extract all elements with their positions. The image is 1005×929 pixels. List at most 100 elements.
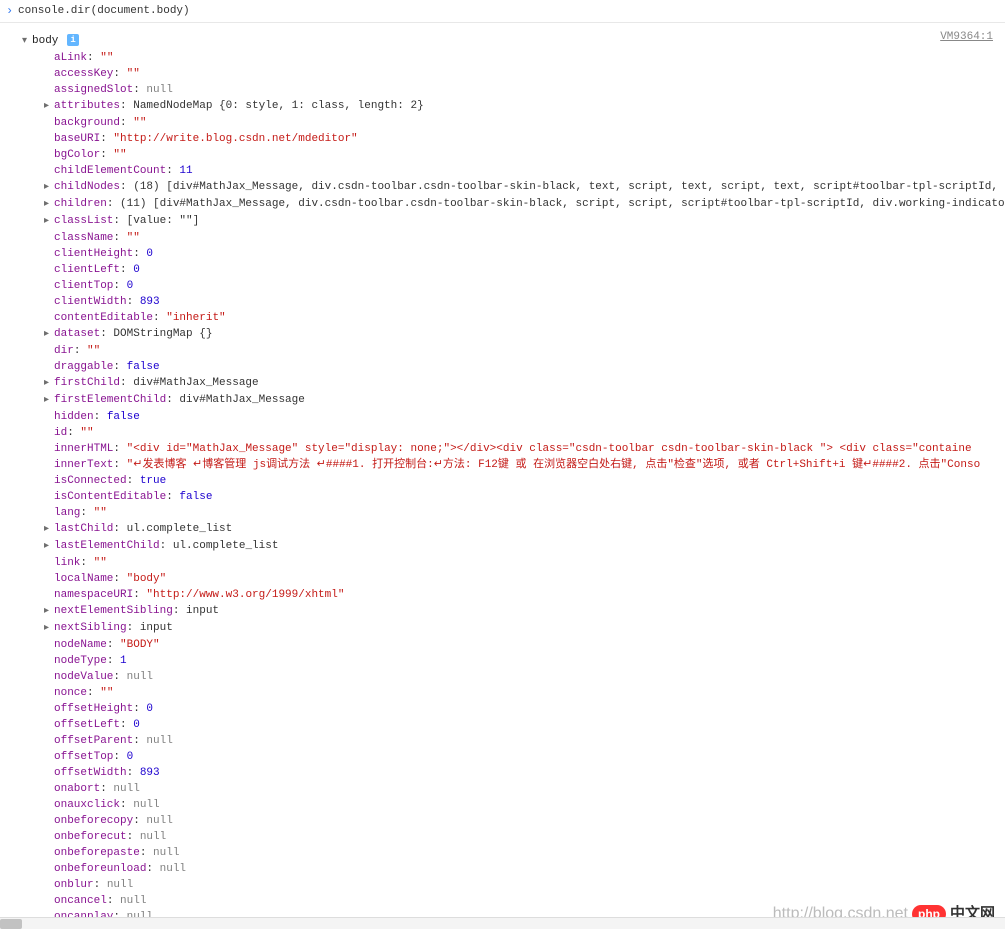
property-row[interactable]: dataset: DOMStringMap {} xyxy=(0,326,1005,343)
property-value: null xyxy=(153,847,179,859)
property-row[interactable]: link: "" xyxy=(0,555,1005,571)
property-row[interactable]: firstElementChild: div#MathJax_Message xyxy=(0,392,1005,409)
property-value: ul.complete_list xyxy=(173,540,279,552)
property-row[interactable]: innerText: "↵发表博客 ↵博客管理 js调试方法 ↵####1. 打… xyxy=(0,457,1005,473)
property-row[interactable]: accessKey: "" xyxy=(0,66,1005,82)
disclosure-triangle-icon[interactable] xyxy=(44,326,54,343)
disclosure-triangle-icon[interactable] xyxy=(22,33,32,50)
console-input-row[interactable]: console.dir(document.body) xyxy=(0,0,1005,23)
disclosure-triangle-icon[interactable] xyxy=(44,98,54,115)
property-key: onabort xyxy=(54,783,100,795)
property-key: aLink xyxy=(54,52,87,64)
property-value: null xyxy=(113,783,139,795)
property-key: background xyxy=(54,117,120,129)
property-row[interactable]: onbeforecopy: null xyxy=(0,813,1005,829)
property-row[interactable]: offsetLeft: 0 xyxy=(0,717,1005,733)
property-row[interactable]: nextElementSibling: input xyxy=(0,603,1005,620)
horizontal-scrollbar[interactable] xyxy=(0,917,1005,929)
property-row[interactable]: isContentEditable: false xyxy=(0,489,1005,505)
property-row[interactable]: assignedSlot: null xyxy=(0,82,1005,98)
info-icon[interactable]: i xyxy=(67,34,79,46)
source-link[interactable]: VM9364:1 xyxy=(940,29,1005,45)
property-row[interactable]: namespaceURI: "http://www.w3.org/1999/xh… xyxy=(0,587,1005,603)
property-row[interactable]: firstChild: div#MathJax_Message xyxy=(0,375,1005,392)
property-row[interactable]: lang: "" xyxy=(0,505,1005,521)
property-row[interactable]: nodeValue: null xyxy=(0,669,1005,685)
property-row[interactable]: localName: "body" xyxy=(0,571,1005,587)
property-row[interactable]: hidden: false xyxy=(0,409,1005,425)
property-row[interactable]: childElementCount: 11 xyxy=(0,163,1005,179)
property-row[interactable]: className: "" xyxy=(0,230,1005,246)
disclosure-triangle-icon[interactable] xyxy=(44,392,54,409)
property-value: null xyxy=(146,815,172,827)
property-value: [value: ""] xyxy=(127,215,200,227)
property-key: onblur xyxy=(54,879,94,891)
property-row[interactable]: children: (11) [div#MathJax_Message, div… xyxy=(0,196,1005,213)
property-row[interactable]: childNodes: (18) [div#MathJax_Message, d… xyxy=(0,179,1005,196)
property-key: nodeValue xyxy=(54,671,113,683)
disclosure-triangle-icon[interactable] xyxy=(44,179,54,196)
property-value: input xyxy=(140,622,173,634)
property-value: 893 xyxy=(140,767,160,779)
property-value: input xyxy=(186,605,219,617)
property-row[interactable]: draggable: false xyxy=(0,359,1005,375)
property-row[interactable]: onblur: null xyxy=(0,877,1005,893)
property-key: clientLeft xyxy=(54,264,120,276)
property-value: null xyxy=(107,879,133,891)
property-value: false xyxy=(127,361,160,373)
property-row[interactable]: baseURI: "http://write.blog.csdn.net/mde… xyxy=(0,131,1005,147)
property-row[interactable]: clientTop: 0 xyxy=(0,278,1005,294)
property-row[interactable]: clientLeft: 0 xyxy=(0,262,1005,278)
property-row[interactable]: isConnected: true xyxy=(0,473,1005,489)
property-key: lastElementChild xyxy=(54,540,160,552)
property-row[interactable]: dir: "" xyxy=(0,343,1005,359)
property-row[interactable]: background: "" xyxy=(0,115,1005,131)
property-row[interactable]: aLink: "" xyxy=(0,50,1005,66)
property-row[interactable]: onauxclick: null xyxy=(0,797,1005,813)
property-row[interactable]: nodeName: "BODY" xyxy=(0,637,1005,653)
property-row[interactable]: onbeforeunload: null xyxy=(0,861,1005,877)
property-key: assignedSlot xyxy=(54,84,133,96)
property-row[interactable]: classList: [value: ""] xyxy=(0,213,1005,230)
property-key: onbeforecopy xyxy=(54,815,133,827)
property-row[interactable]: oncancel: null xyxy=(0,893,1005,909)
property-key: isContentEditable xyxy=(54,491,166,503)
disclosure-triangle-icon[interactable] xyxy=(44,538,54,555)
property-row[interactable]: nonce: "" xyxy=(0,685,1005,701)
property-row[interactable]: clientHeight: 0 xyxy=(0,246,1005,262)
property-row[interactable]: lastElementChild: ul.complete_list xyxy=(0,538,1005,555)
disclosure-triangle-icon[interactable] xyxy=(44,213,54,230)
property-row[interactable]: id: "" xyxy=(0,425,1005,441)
property-row[interactable]: onabort: null xyxy=(0,781,1005,797)
property-row[interactable]: bgColor: "" xyxy=(0,147,1005,163)
property-row[interactable]: attributes: NamedNodeMap {0: style, 1: c… xyxy=(0,98,1005,115)
property-row[interactable]: offsetWidth: 893 xyxy=(0,765,1005,781)
disclosure-triangle-icon[interactable] xyxy=(44,521,54,538)
scrollbar-thumb[interactable] xyxy=(0,919,22,929)
property-row[interactable]: offsetParent: null xyxy=(0,733,1005,749)
property-key: dir xyxy=(54,345,74,357)
property-row[interactable]: nextSibling: input xyxy=(0,620,1005,637)
property-key: classList xyxy=(54,215,113,227)
disclosure-triangle-icon[interactable] xyxy=(44,375,54,392)
property-key: link xyxy=(54,557,80,569)
property-key: className xyxy=(54,232,113,244)
property-row[interactable]: onbeforepaste: null xyxy=(0,845,1005,861)
property-row[interactable]: lastChild: ul.complete_list xyxy=(0,521,1005,538)
disclosure-triangle-icon[interactable] xyxy=(44,603,54,620)
property-row[interactable]: innerHTML: "<div id="MathJax_Message" st… xyxy=(0,441,1005,457)
property-row[interactable]: nodeType: 1 xyxy=(0,653,1005,669)
property-row[interactable]: contentEditable: "inherit" xyxy=(0,310,1005,326)
property-value: (18) [div#MathJax_Message, div.csdn-tool… xyxy=(133,181,1005,193)
property-key: onbeforepaste xyxy=(54,847,140,859)
object-root-row[interactable]: body i xyxy=(0,33,1005,50)
property-value: "" xyxy=(113,149,126,161)
disclosure-triangle-icon[interactable] xyxy=(44,620,54,637)
property-row[interactable]: onbeforecut: null xyxy=(0,829,1005,845)
property-value: NamedNodeMap {0: style, 1: class, length… xyxy=(133,100,423,112)
property-row[interactable]: offsetTop: 0 xyxy=(0,749,1005,765)
disclosure-triangle-icon[interactable] xyxy=(44,196,54,213)
property-key: contentEditable xyxy=(54,312,153,324)
property-row[interactable]: offsetHeight: 0 xyxy=(0,701,1005,717)
property-row[interactable]: clientWidth: 893 xyxy=(0,294,1005,310)
